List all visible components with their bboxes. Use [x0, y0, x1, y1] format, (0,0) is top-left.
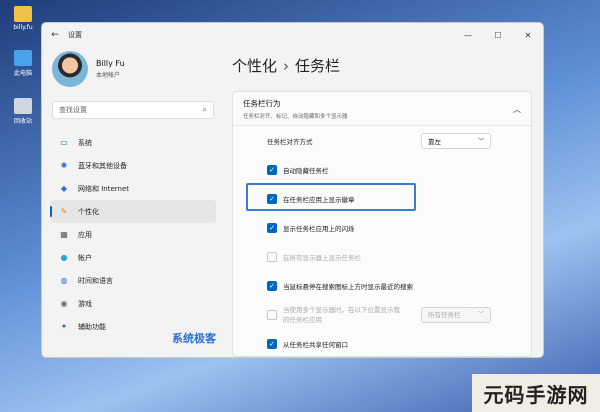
person-icon: ●	[60, 253, 68, 262]
multi-display-dropdown: 所有任务栏 ﹀	[421, 306, 491, 323]
panel-title: 任务栏行为	[243, 99, 281, 108]
bluetooth-icon: ✱	[60, 161, 68, 170]
multi-display-value: 所有任务栏	[428, 310, 461, 319]
window-title: 设置	[68, 31, 82, 39]
sidebar-item-gaming[interactable]: ◉ 游戏	[50, 292, 216, 315]
checkbox-share-window[interactable]: ✓	[267, 338, 277, 349]
multi-display-label-line: 当使用多个显示器时，在以下位置显示我	[283, 305, 400, 314]
maximize-button[interactable]: ☐	[483, 31, 513, 40]
sidebar-item-label: 蓝牙和其他设备	[78, 161, 127, 170]
option-label: 从任务栏共享任何窗口	[283, 340, 348, 349]
alignment-label: 任务栏对齐方式	[267, 137, 313, 146]
alignment-row: 任务栏对齐方式 靠左 ﹀	[233, 126, 531, 155]
sidebar-item-network[interactable]: ◆ 网络和 Internet	[50, 177, 216, 200]
sidebar-item-time-language[interactable]: ◍ 时间和语言	[50, 269, 216, 292]
checkbox-multi-display-apps	[267, 309, 277, 320]
search-placeholder: 查找设置	[59, 106, 87, 114]
desktop-icon-this-pc[interactable]: 此电脑	[6, 50, 40, 77]
sidebar-item-label: 辅助功能	[78, 322, 106, 331]
settings-window: ← 设置 — ☐ ✕ Billy Fu 本地帐户 查找设置 ⌕ ▭ 系统 ✱ 蓝牙和…	[41, 22, 544, 358]
desktop-icon-label: 此电脑	[13, 70, 32, 77]
globe-icon: ◍	[60, 276, 68, 285]
desktop-icon-label: 回收站	[13, 118, 32, 125]
breadcrumb-separator: ›	[283, 57, 290, 75]
breadcrumb-parent[interactable]: 个性化	[232, 57, 277, 75]
taskbar-behaviors-panel: 任务栏行为 任务栏对齐、标记、自动隐藏和多个显示器 ︿ 任务栏对齐方式 靠左 ﹀…	[232, 91, 532, 357]
sidebar-item-label: 系统	[78, 138, 92, 147]
user-profile[interactable]: Billy Fu 本地帐户	[42, 47, 224, 91]
sidebar-item-label: 游戏	[78, 299, 92, 308]
option-label: 当鼠标悬停在搜索图标上方时显示最近的搜索	[283, 282, 413, 291]
sidebar-item-personalization[interactable]: ✎ 个性化	[50, 200, 216, 223]
alignment-dropdown[interactable]: 靠左 ﹀	[421, 132, 491, 149]
recycle-bin-icon	[14, 98, 32, 114]
avatar	[52, 51, 88, 87]
title-bar: ← 设置 — ☐ ✕	[42, 23, 543, 47]
checkbox-recent-searches[interactable]: ✓	[267, 280, 277, 291]
sidebar-item-system[interactable]: ▭ 系统	[50, 131, 216, 154]
sidebar-item-label: 应用	[78, 230, 92, 239]
gamepad-icon: ◉	[60, 299, 68, 308]
page-title: 任务栏	[295, 57, 341, 75]
accessibility-icon: ✦	[60, 322, 68, 331]
sidebar-item-label: 帐户	[78, 253, 92, 262]
panel-subtitle: 任务栏对齐、标记、自动隐藏和多个显示器	[243, 114, 348, 120]
folder-icon	[14, 6, 32, 22]
desktop-icon-user-folder[interactable]: billy.fu	[6, 6, 40, 31]
chevron-up-icon[interactable]: ︿	[513, 104, 521, 115]
option-flashing[interactable]: ✓ 显示任务栏应用上的闪烁	[233, 213, 531, 242]
sidebar-item-accounts[interactable]: ● 帐户	[50, 246, 216, 269]
main-content: 个性化 › 任务栏 任务栏行为 任务栏对齐、标记、自动隐藏和多个显示器 ︿ 任务栏对…	[232, 47, 543, 357]
wifi-icon: ◆	[60, 184, 68, 193]
back-button[interactable]: ←	[42, 30, 68, 40]
apps-icon: ▦	[60, 230, 68, 239]
option-label: 显示任务栏应用上的闪烁	[283, 224, 355, 233]
window-controls: — ☐ ✕	[453, 31, 543, 40]
sidebar-item-label: 网络和 Internet	[78, 184, 130, 193]
sidebar-item-label: 时间和语言	[78, 276, 113, 285]
alignment-value: 靠左	[428, 137, 441, 146]
keyboard-focus-ring	[246, 183, 416, 211]
minimize-button[interactable]: —	[453, 31, 483, 40]
desktop-icon-label: billy.fu	[13, 24, 33, 31]
watermark: 系统极客	[172, 332, 216, 345]
multi-display-label-line: 的任务栏应用	[283, 315, 322, 324]
checkbox-flashing[interactable]: ✓	[267, 222, 277, 233]
desktop-icon-recycle-bin[interactable]: 回收站	[6, 98, 40, 125]
brush-icon: ✎	[60, 207, 68, 216]
sidebar-item-apps[interactable]: ▦ 应用	[50, 223, 216, 246]
option-auto-hide[interactable]: ✓ 自动隐藏任务栏	[233, 155, 531, 184]
sidebar-item-label: 个性化	[78, 207, 99, 216]
chevron-down-icon: ﹀	[477, 138, 484, 145]
user-account-type: 本地帐户	[96, 72, 121, 79]
panel-header[interactable]: 任务栏行为 任务栏对齐、标记、自动隐藏和多个显示器 ︿	[233, 92, 531, 126]
checkbox-auto-hide[interactable]: ✓	[267, 164, 277, 175]
multi-display-label: 当使用多个显示器时，在以下位置显示我 的任务栏应用	[283, 305, 400, 325]
checkbox-all-displays	[267, 251, 277, 262]
search-input[interactable]: 查找设置 ⌕	[52, 101, 214, 119]
option-label: 在所有显示器上显示任务栏	[283, 253, 361, 262]
monitor-icon	[14, 50, 32, 66]
monitor-icon: ▭	[60, 138, 68, 147]
chevron-down-icon: ﹀	[477, 310, 484, 318]
close-button[interactable]: ✕	[513, 31, 543, 40]
option-label: 自动隐藏任务栏	[283, 166, 329, 175]
option-all-displays: 在所有显示器上显示任务栏	[233, 242, 531, 271]
nav-list: ▭ 系统 ✱ 蓝牙和其他设备 ◆ 网络和 Internet ✎ 个性化 ▦ 应用 ● 帐户 …	[42, 131, 224, 338]
site-banner: 元码手游网	[472, 374, 600, 412]
sidebar: Billy Fu 本地帐户 查找设置 ⌕ ▭ 系统 ✱ 蓝牙和其他设备 ◆ 网络和 I…	[42, 47, 224, 357]
search-icon: ⌕	[202, 105, 207, 114]
sidebar-item-bluetooth[interactable]: ✱ 蓝牙和其他设备	[50, 154, 216, 177]
option-recent-searches[interactable]: ✓ 当鼠标悬停在搜索图标上方时显示最近的搜索	[233, 271, 531, 300]
option-share-window[interactable]: ✓ 从任务栏共享任何窗口	[233, 329, 531, 357]
breadcrumb: 个性化 › 任务栏	[232, 55, 543, 83]
user-name: Billy Fu	[96, 59, 125, 68]
option-multi-display-apps: 当使用多个显示器时，在以下位置显示我 的任务栏应用 所有任务栏 ﹀	[233, 300, 531, 329]
